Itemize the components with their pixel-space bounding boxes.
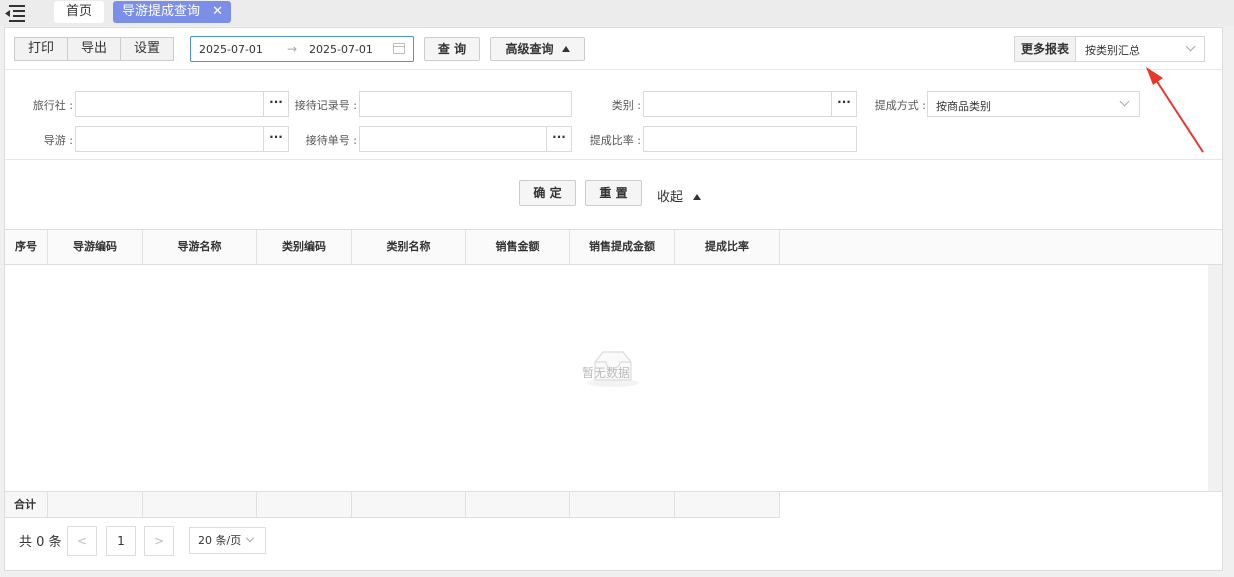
- column-header[interactable]: 销售金额: [466, 230, 570, 264]
- summary-cell: [143, 492, 257, 517]
- main-panel: 打印 导出 设置 2025-07-01 → 2025-07-01 查 询 高级查…: [4, 27, 1223, 571]
- tab-guide-commission-query[interactable]: 导游提成查询 ✕: [113, 1, 231, 23]
- advanced-query-label: 高级查询: [505, 42, 554, 56]
- pagination: 共 0 条 < 1 > 20 条/页: [5, 518, 1222, 570]
- settings-button[interactable]: 设置: [121, 38, 174, 60]
- advanced-query-button[interactable]: 高级查询: [490, 37, 585, 61]
- summary-cell: [257, 492, 352, 517]
- column-header[interactable]: 导游名称: [143, 230, 257, 264]
- page-size-value: 20 条/页: [198, 534, 242, 547]
- export-button[interactable]: 导出: [68, 38, 122, 60]
- chevron-down-icon: [1119, 96, 1130, 107]
- agency-picker-button[interactable]: ···: [263, 92, 288, 116]
- more-reports-value[interactable]: 按类别汇总: [1085, 42, 1140, 58]
- table-footer-summary: 合计: [5, 491, 780, 518]
- reset-button[interactable]: 重 置: [585, 180, 642, 206]
- next-page-button[interactable]: >: [144, 526, 174, 556]
- agency-input[interactable]: ···: [75, 91, 289, 117]
- summary-cell: [675, 492, 780, 517]
- collapse-toggle[interactable]: 收起: [657, 186, 702, 205]
- column-header[interactable]: 销售提成金额: [570, 230, 675, 264]
- commission-method-select[interactable]: 按商品类别: [927, 91, 1140, 117]
- caret-up-icon: [693, 194, 702, 200]
- chevron-down-icon[interactable]: [1185, 41, 1196, 52]
- menu-collapse-icon[interactable]: [4, 4, 26, 22]
- category-label: 类别 :: [611, 99, 641, 112]
- guide-input[interactable]: ···: [75, 126, 289, 152]
- vertical-scrollbar[interactable]: [1208, 265, 1222, 492]
- table-footer-blank: [780, 491, 1222, 518]
- column-header[interactable]: 提成比率: [675, 230, 780, 264]
- summary-cell: [570, 492, 675, 517]
- top-tab-bar: 首页 导游提成查询 ✕: [0, 0, 1234, 26]
- category-picker-button[interactable]: ···: [831, 92, 856, 116]
- agency-label: 旅行社 :: [32, 99, 73, 112]
- column-header[interactable]: 类别编码: [257, 230, 352, 264]
- close-icon[interactable]: ✕: [212, 1, 223, 23]
- reception-record-label: 接待记录号 :: [294, 99, 357, 112]
- total-count: 共 0 条: [19, 535, 62, 550]
- commission-rate-label: 提成比率 :: [589, 134, 641, 147]
- summary-label: 合计: [5, 492, 48, 517]
- tab-label: 导游提成查询: [122, 4, 201, 19]
- summary-cell: [466, 492, 570, 517]
- table-header: 序号 导游编码 导游名称 类别编码 类别名称 销售金额 销售提成金额 提成比率: [5, 229, 1222, 265]
- date-to[interactable]: 2025-07-01: [309, 43, 373, 56]
- empty-state-text: 暂无数据: [582, 366, 631, 380]
- query-button[interactable]: 查 询: [424, 37, 480, 61]
- reception-no-picker-button[interactable]: ···: [546, 127, 571, 151]
- reception-no-input[interactable]: ···: [359, 126, 572, 152]
- reception-record-input[interactable]: [359, 91, 572, 117]
- more-reports-select[interactable]: 更多报表 按类别汇总: [1014, 36, 1205, 62]
- date-from[interactable]: 2025-07-01: [199, 43, 263, 56]
- print-button[interactable]: 打印: [15, 38, 69, 60]
- page-number-button[interactable]: 1: [106, 526, 136, 556]
- filter-panel: 旅行社 : ··· 接待记录号 : 类别 : ··· 提成方式 : 按商品类别 …: [5, 71, 1222, 160]
- category-input[interactable]: ···: [643, 91, 857, 117]
- confirm-button[interactable]: 确 定: [519, 180, 576, 206]
- toolbar: 打印 导出 设置 2025-07-01 → 2025-07-01 查 询 高级查…: [5, 28, 1222, 70]
- column-header[interactable]: 序号: [5, 230, 48, 264]
- guide-picker-button[interactable]: ···: [263, 127, 288, 151]
- guide-label: 导游 :: [43, 134, 73, 147]
- column-header[interactable]: 类别名称: [352, 230, 466, 264]
- reception-no-label: 接待单号 :: [305, 134, 357, 147]
- caret-up-icon: [561, 46, 570, 52]
- date-range-picker[interactable]: 2025-07-01 → 2025-07-01: [190, 36, 414, 62]
- page-size-select[interactable]: 20 条/页: [189, 527, 266, 554]
- commission-method-value: 按商品类别: [936, 100, 991, 113]
- data-table: 序号 导游编码 导游名称 类别编码 类别名称 销售金额 销售提成金额 提成比率 …: [5, 229, 1222, 518]
- commission-rate-input[interactable]: [643, 126, 857, 152]
- summary-cell: [352, 492, 466, 517]
- more-reports-label: 更多报表: [1015, 37, 1076, 61]
- commission-method-label: 提成方式 :: [874, 99, 926, 112]
- arrow-right-icon: →: [287, 42, 298, 56]
- collapse-label: 收起: [657, 190, 684, 205]
- tab-home[interactable]: 首页: [54, 1, 104, 23]
- summary-cell: [48, 492, 143, 517]
- chevron-down-icon: [245, 533, 255, 543]
- prev-page-button[interactable]: <: [67, 526, 97, 556]
- filter-actions: 确 定 重 置 收起: [5, 161, 1222, 229]
- action-button-group: 打印 导出 设置: [14, 37, 175, 61]
- column-header[interactable]: 导游编码: [48, 230, 143, 264]
- table-body: 暂无数据: [5, 265, 1222, 492]
- calendar-icon[interactable]: [393, 43, 405, 54]
